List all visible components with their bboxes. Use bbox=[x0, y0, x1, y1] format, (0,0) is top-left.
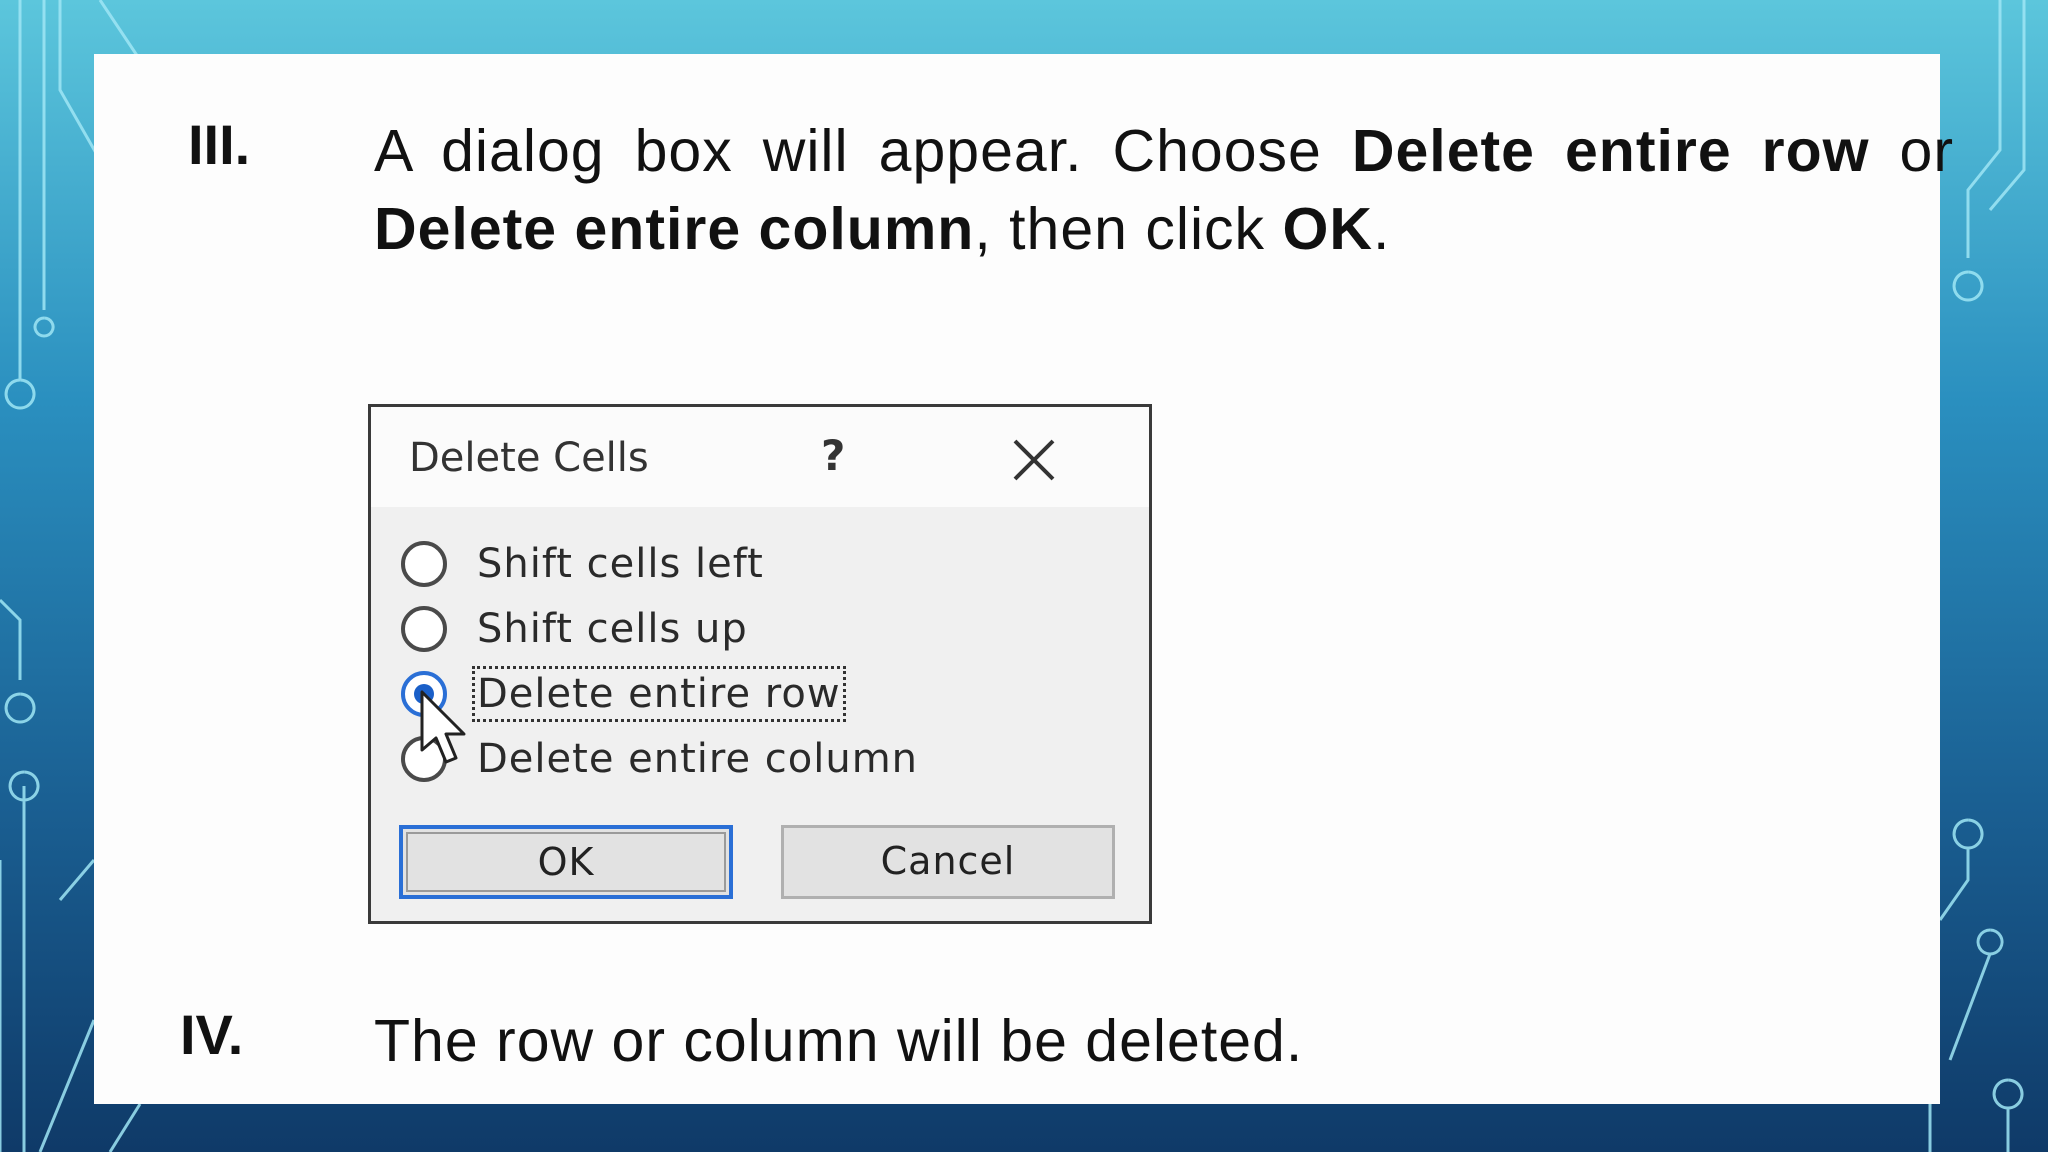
option-label: Delete entire row bbox=[472, 666, 846, 722]
option-label: Delete entire column bbox=[477, 736, 919, 782]
step-text-part: , then click bbox=[974, 196, 1283, 262]
step-text-part: A dialog box will appear. Choose bbox=[374, 118, 1352, 184]
slide-content: III. A dialog box will appear. Choose De… bbox=[94, 54, 1953, 1104]
help-button[interactable]: ? bbox=[821, 431, 845, 480]
ok-button[interactable]: OK bbox=[399, 825, 733, 899]
dialog-titlebar: Delete Cells ? bbox=[371, 407, 1149, 507]
option-label: Shift cells up bbox=[477, 606, 748, 652]
radio-button[interactable] bbox=[401, 606, 447, 652]
step-text-part: or bbox=[1869, 118, 1954, 184]
dialog-title: Delete Cells bbox=[409, 435, 649, 481]
option-label: Shift cells left bbox=[477, 541, 764, 587]
option-delete-entire-column[interactable]: Delete entire column bbox=[401, 734, 1101, 786]
option-delete-entire-row[interactable]: Delete entire row bbox=[401, 666, 1101, 722]
cancel-button[interactable]: Cancel bbox=[781, 825, 1115, 899]
radio-button[interactable] bbox=[401, 541, 447, 587]
close-icon[interactable] bbox=[1009, 435, 1059, 485]
step-numeral: III. bbox=[188, 113, 251, 176]
option-shift-cells-up[interactable]: Shift cells up bbox=[401, 604, 1101, 656]
step-text-bold: Delete entire row bbox=[1351, 118, 1870, 184]
delete-cells-dialog: Delete Cells ? Shift cells left Shift ce… bbox=[368, 404, 1152, 924]
mouse-cursor-icon bbox=[420, 690, 466, 764]
ok-button-label: OK bbox=[406, 832, 726, 892]
step-text-part: The row or column will be deleted. bbox=[374, 1008, 1304, 1074]
step-numeral: IV. bbox=[180, 1003, 244, 1066]
step-text: A dialog box will appear. Choose Delete … bbox=[374, 112, 1954, 268]
step-text-bold: OK bbox=[1282, 196, 1373, 262]
step-text: The row or column will be deleted. bbox=[374, 1002, 1954, 1080]
step-text-bold: Delete entire column bbox=[374, 196, 975, 262]
step-text-part: . bbox=[1372, 196, 1391, 262]
option-shift-cells-left[interactable]: Shift cells left bbox=[401, 539, 1101, 591]
